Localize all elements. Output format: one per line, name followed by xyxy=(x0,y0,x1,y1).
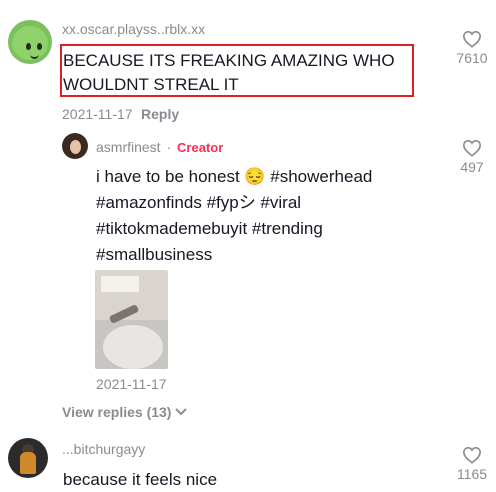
like-button[interactable]: 1165 xyxy=(452,446,492,482)
creator-badge: Creator xyxy=(177,140,224,155)
avatar[interactable] xyxy=(62,133,88,159)
reply-username[interactable]: asmrfinest xyxy=(96,139,161,155)
avatar[interactable] xyxy=(8,438,48,478)
reply-text-line3: #tiktokmademebuyit #trending xyxy=(96,219,323,238)
like-count: 1165 xyxy=(456,466,488,482)
view-replies-button[interactable]: View replies (13) xyxy=(62,404,188,420)
comment-username[interactable]: xx.oscar.playss..rblx.xx xyxy=(62,21,205,37)
like-button[interactable]: 497 xyxy=(452,139,492,175)
reply-date: 2021-11-17 xyxy=(96,376,167,392)
reply-text-line4: #smallbusiness xyxy=(96,245,213,264)
avatar[interactable] xyxy=(8,20,52,64)
heart-outline-icon xyxy=(462,446,482,464)
heart-outline-icon xyxy=(462,30,482,48)
video-thumbnail[interactable] xyxy=(95,270,168,369)
view-replies-label: View replies (13) xyxy=(62,404,172,420)
reply-button[interactable]: Reply xyxy=(141,106,179,122)
like-button[interactable]: 7610 xyxy=(452,30,492,66)
comment-username[interactable]: ...bitchurgayy xyxy=(62,441,145,457)
comment-date: 2021-11-17 xyxy=(62,106,133,122)
reply-text-line2: #amazonfinds #fypシ #viral xyxy=(96,193,302,212)
chevron-down-icon xyxy=(175,408,188,416)
reply-text-line1: i have to be honest 😔 #showerhead xyxy=(96,167,373,186)
comment-text: because it feels nice xyxy=(63,470,218,489)
like-count: 497 xyxy=(460,159,484,175)
heart-outline-icon xyxy=(462,139,482,157)
reply-header: asmrfinest · Creator xyxy=(96,139,223,155)
separator: · xyxy=(166,139,172,155)
highlight-box xyxy=(60,44,414,97)
like-count: 7610 xyxy=(456,50,488,66)
